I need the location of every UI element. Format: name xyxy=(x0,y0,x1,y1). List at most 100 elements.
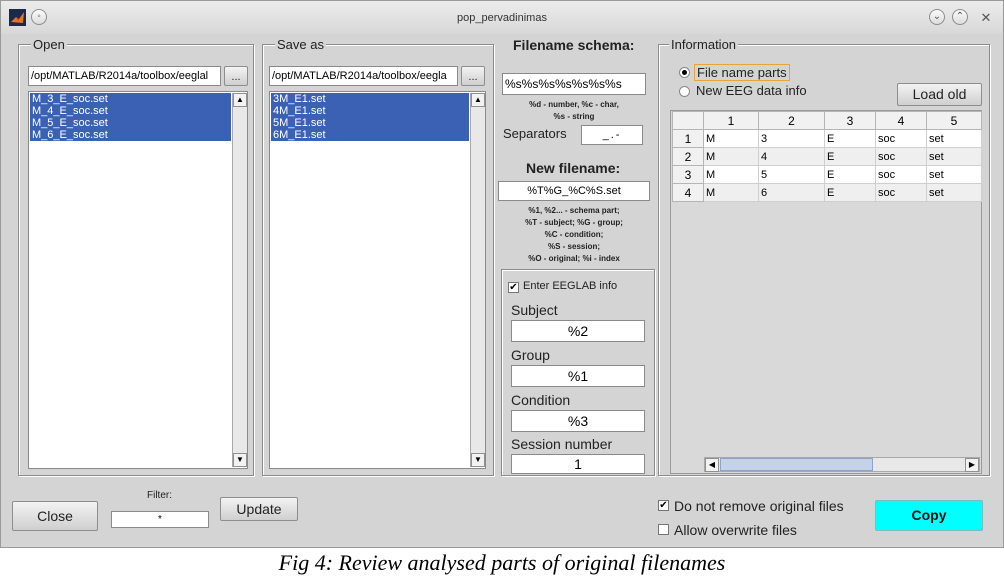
row-header[interactable]: 2 xyxy=(672,147,704,166)
table-cell[interactable]: M xyxy=(703,183,759,202)
help-line: %T - subject; %G - group; xyxy=(525,218,623,227)
window-title: pop_pervadinimas xyxy=(457,12,547,24)
file-name-parts-label[interactable]: File name parts xyxy=(694,64,790,81)
save-path-input[interactable]: /opt/MATLAB/R2014a/toolbox/eegla xyxy=(269,66,458,86)
scroll-right-icon[interactable]: ▶ xyxy=(965,458,979,472)
allow-overwrite-label[interactable]: Allow overwrite files xyxy=(674,522,797,538)
table-row[interactable]: 1 M 3 E soc set xyxy=(672,129,982,148)
close-button[interactable]: Close xyxy=(12,501,98,531)
column-header[interactable]: 2 xyxy=(758,111,825,130)
scroll-left-icon[interactable]: ◀ xyxy=(705,458,719,472)
allow-overwrite-checkbox[interactable] xyxy=(658,524,669,535)
scroll-down-icon[interactable]: ▼ xyxy=(233,453,247,467)
open-browse-button[interactable]: ... xyxy=(224,66,248,86)
save-panel: Save as /opt/MATLAB/R2014a/toolbox/eegla… xyxy=(262,37,494,476)
table-cell[interactable]: E xyxy=(824,165,876,184)
table-cell[interactable]: set xyxy=(926,129,982,148)
new-filename-input[interactable]: %T%G_%C%S.set xyxy=(498,181,650,201)
scroll-up-icon[interactable]: ▲ xyxy=(233,93,247,107)
copy-button[interactable]: Copy xyxy=(875,500,983,531)
table-cell[interactable]: E xyxy=(824,183,876,202)
row-header[interactable]: 4 xyxy=(672,183,704,202)
table-cell[interactable]: soc xyxy=(875,129,927,148)
scroll-up-icon[interactable]: ▲ xyxy=(471,93,485,107)
open-panel-legend: Open xyxy=(31,37,67,52)
save-browse-button[interactable]: ... xyxy=(461,66,485,86)
radio-file-name-parts[interactable] xyxy=(679,67,690,78)
subject-input[interactable]: %2 xyxy=(511,320,645,342)
row-header[interactable]: 3 xyxy=(672,165,704,184)
table-cell[interactable]: set xyxy=(926,165,982,184)
table-cell[interactable]: M xyxy=(703,165,759,184)
dialog-body: Open /opt/MATLAB/R2014a/toolbox/eeglal .… xyxy=(1,34,1003,547)
open-path-input[interactable]: /opt/MATLAB/R2014a/toolbox/eeglal xyxy=(28,66,221,86)
open-panel: Open /opt/MATLAB/R2014a/toolbox/eeglal .… xyxy=(18,37,254,476)
table-cell[interactable]: M xyxy=(703,147,759,166)
group-input[interactable]: %1 xyxy=(511,365,645,387)
update-button[interactable]: Update xyxy=(220,497,298,521)
scroll-down-icon[interactable]: ▼ xyxy=(471,453,485,467)
condition-input[interactable]: %3 xyxy=(511,410,645,432)
table-cell[interactable]: set xyxy=(926,183,982,202)
column-header[interactable]: 5 xyxy=(926,111,982,130)
help-line: %S - session; xyxy=(547,242,600,251)
table-cell[interactable]: 6 xyxy=(758,183,825,202)
save-list-scrollbar[interactable]: ▲ ▼ xyxy=(470,93,485,467)
figure-caption: Fig 4: Review analysed parts of original… xyxy=(278,550,726,575)
help-line: %O - original; %i - index xyxy=(528,254,620,263)
list-item[interactable]: M_3_E_soc.set xyxy=(30,93,231,105)
filter-label: Filter: xyxy=(147,490,172,501)
session-label: Session number xyxy=(511,436,613,452)
table-row[interactable]: 4 M 6 E soc set xyxy=(672,183,982,202)
list-item[interactable]: M_5_E_soc.set xyxy=(30,117,231,129)
list-item[interactable]: 4M_E1.set xyxy=(271,105,469,117)
information-legend: Information xyxy=(669,37,739,52)
enter-eeglab-checkbox[interactable]: ✔ xyxy=(508,282,519,293)
table-cell[interactable]: set xyxy=(926,147,982,166)
filter-input[interactable]: * xyxy=(111,511,209,528)
list-item[interactable]: M_4_E_soc.set xyxy=(30,105,231,117)
load-old-button[interactable]: Load old xyxy=(897,83,982,106)
schema-heading: Filename schema: xyxy=(513,37,635,53)
minimize-icon[interactable]: ⌄ xyxy=(929,9,945,25)
enter-eeglab-label: Enter EEGLAB info xyxy=(523,280,618,292)
table-cell[interactable]: 3 xyxy=(758,129,825,148)
new-eeg-data-label[interactable]: New EEG data info xyxy=(696,83,807,98)
table-cell[interactable]: M xyxy=(703,129,759,148)
keep-originals-label[interactable]: Do not remove original files xyxy=(674,498,844,514)
new-filename-heading: New filename: xyxy=(526,160,621,176)
table-cell[interactable]: soc xyxy=(875,165,927,184)
table-cell[interactable]: E xyxy=(824,129,876,148)
maximize-icon[interactable]: ⌃ xyxy=(952,9,968,25)
schema-input[interactable]: %s%s%s%s%s%s%s xyxy=(502,73,646,95)
parts-table: 1 2 3 4 5 1 M 3 E soc set 2 M 4 E soc se… xyxy=(672,111,982,202)
session-input[interactable]: 1 xyxy=(511,454,645,474)
open-file-list[interactable]: M_3_E_soc.set M_4_E_soc.set M_5_E_soc.se… xyxy=(28,91,248,469)
help-line: %1, %2... - schema part; xyxy=(528,206,620,215)
list-item[interactable]: 5M_E1.set xyxy=(271,117,469,129)
column-header[interactable]: 1 xyxy=(703,111,759,130)
close-window-icon[interactable]: ✕ xyxy=(978,9,994,25)
column-header[interactable]: 4 xyxy=(875,111,927,130)
table-row[interactable]: 3 M 5 E soc set xyxy=(672,165,982,184)
table-horizontal-scrollbar[interactable]: ◀ ▶ xyxy=(704,457,980,472)
separators-input[interactable]: _.- xyxy=(581,125,643,145)
scrollbar-thumb[interactable] xyxy=(720,458,873,471)
table-row[interactable]: 2 M 4 E soc set xyxy=(672,147,982,166)
table-cell[interactable]: E xyxy=(824,147,876,166)
radio-new-eeg-data[interactable] xyxy=(679,86,690,97)
save-file-list[interactable]: 3M_E1.set 4M_E1.set 5M_E1.set 6M_E1.set … xyxy=(269,91,486,469)
open-list-scrollbar[interactable]: ▲ ▼ xyxy=(232,93,247,467)
list-item[interactable]: M_6_E_soc.set xyxy=(30,129,231,141)
table-cell[interactable]: soc xyxy=(875,183,927,202)
list-item[interactable]: 6M_E1.set xyxy=(271,129,469,141)
title-bar: ◦ pop_pervadinimas ⌄ ⌃ ✕ xyxy=(1,1,1003,34)
row-header[interactable]: 1 xyxy=(672,129,704,148)
column-header[interactable]: 3 xyxy=(824,111,876,130)
list-item[interactable]: 3M_E1.set xyxy=(271,93,469,105)
table-cell[interactable]: soc xyxy=(875,147,927,166)
keep-originals-checkbox[interactable]: ✔ xyxy=(658,500,669,511)
subject-label: Subject xyxy=(511,302,558,318)
table-cell[interactable]: 5 xyxy=(758,165,825,184)
table-cell[interactable]: 4 xyxy=(758,147,825,166)
